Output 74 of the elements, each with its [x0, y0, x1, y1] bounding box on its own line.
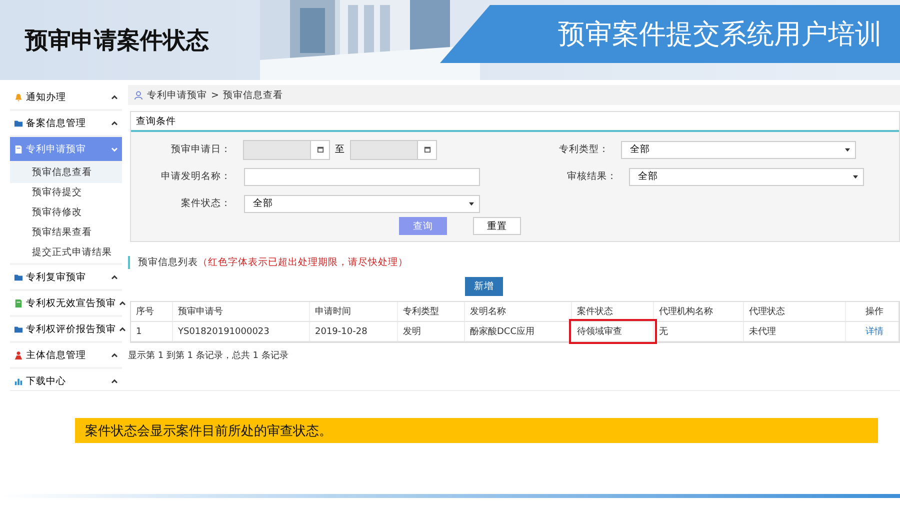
- table-cell: YS01820191000023: [173, 322, 310, 341]
- caption-text: 案件状态会显示案件目前所处的审查状态。: [85, 422, 332, 440]
- range-separator: 至: [335, 143, 345, 156]
- details-link[interactable]: 详情: [866, 325, 884, 338]
- caret-icon: [111, 146, 118, 152]
- chart-icon: [14, 376, 23, 386]
- column-header: 发明名称: [465, 302, 572, 321]
- breadcrumb-separator: >: [211, 90, 219, 100]
- caret-icon: [111, 274, 118, 280]
- field-label: 审核结果：: [566, 170, 618, 183]
- date-field[interactable]: [243, 140, 330, 160]
- doc-icon: [14, 298, 23, 308]
- sidebar-item[interactable]: 预审待修改: [10, 203, 122, 223]
- status-select[interactable]: 全部: [244, 194, 480, 212]
- column-header: 专利类型: [398, 302, 465, 321]
- sidebar-item[interactable]: 预审待提交: [10, 183, 122, 203]
- field-label: 预审申请日：: [170, 143, 232, 156]
- slide-title: 预审申请案件状态: [25, 26, 209, 56]
- sidebar-item[interactable]: 预审结果查看: [10, 223, 122, 243]
- doc-icon: [14, 144, 23, 154]
- breadcrumb-link[interactable]: 预审信息查看: [222, 88, 283, 102]
- panel-title: 查询条件: [136, 114, 176, 128]
- sidebar-item[interactable]: 预审信息查看: [10, 163, 122, 183]
- result-select[interactable]: 全部: [629, 168, 864, 186]
- caret-icon: [119, 300, 126, 306]
- sidebar-section[interactable]: 专利复审预审: [10, 265, 122, 289]
- table-cell: 1: [131, 322, 173, 341]
- date-field[interactable]: [350, 140, 437, 160]
- pagination-info: 显示第 1 到第 1 条记录，总共 1 条记录: [128, 351, 288, 361]
- sidebar-section[interactable]: 主体信息管理: [10, 343, 122, 367]
- table-cell: 2019-10-28: [310, 322, 398, 341]
- field-label: 申请发明名称：: [160, 170, 232, 183]
- section-title: 预审信息列表: [138, 256, 198, 269]
- banner-title: 预审案件提交系统用户培训: [558, 18, 882, 52]
- sidebar-section[interactable]: 备案信息管理: [10, 111, 122, 135]
- folder-icon: [14, 118, 23, 128]
- column-header: 案件状态: [572, 302, 654, 321]
- column-header: 序号: [131, 302, 173, 321]
- column-header: 预审申请号: [173, 302, 310, 321]
- folder-icon: [14, 324, 23, 334]
- sidebar-section[interactable]: 下载中心: [10, 369, 122, 390]
- caret-icon: [111, 352, 118, 358]
- breadcrumb-link[interactable]: 专利申请预审: [147, 88, 207, 102]
- column-header: 代理机构名称: [654, 302, 744, 321]
- table-cell: 未代理: [744, 322, 846, 341]
- table-cell: 无: [654, 322, 744, 341]
- name-input[interactable]: [244, 168, 480, 186]
- caret-icon: [111, 94, 118, 100]
- caret-icon: [111, 120, 118, 126]
- column-header: 申请时间: [310, 302, 398, 321]
- reset-button[interactable]: 重置: [473, 217, 521, 235]
- dropdown-arrow-icon: [845, 148, 850, 152]
- user-icon: [134, 90, 143, 100]
- calendar-icon: [316, 146, 324, 153]
- field-label: 案件状态：: [180, 197, 232, 210]
- calendar-icon: [424, 146, 430, 153]
- sidebar-section[interactable]: 通知办理: [10, 85, 122, 109]
- warning-note: （红色字体表示已超出处理期限，请尽快处理）: [198, 256, 408, 269]
- sidebar-item[interactable]: 提交正式申请结果: [10, 243, 122, 263]
- table-cell: 酚家酸DCC应用: [465, 322, 572, 341]
- column-header: 操作: [846, 302, 899, 321]
- column-header: 代理状态: [744, 302, 846, 321]
- person-icon: [14, 350, 23, 360]
- bell-icon: [14, 92, 23, 102]
- add-button[interactable]: 新增: [465, 277, 503, 296]
- field-label: 专利类型：: [558, 143, 610, 156]
- dropdown-arrow-icon: [853, 174, 858, 178]
- table-cell: 发明: [398, 322, 465, 341]
- highlighted-cell: 待领域审查: [572, 322, 654, 341]
- folder-icon: [14, 272, 23, 282]
- dropdown-arrow-icon: [469, 202, 474, 206]
- type-select[interactable]: 全部: [621, 140, 856, 158]
- caret-icon: [111, 378, 118, 384]
- caret-icon: [119, 326, 126, 332]
